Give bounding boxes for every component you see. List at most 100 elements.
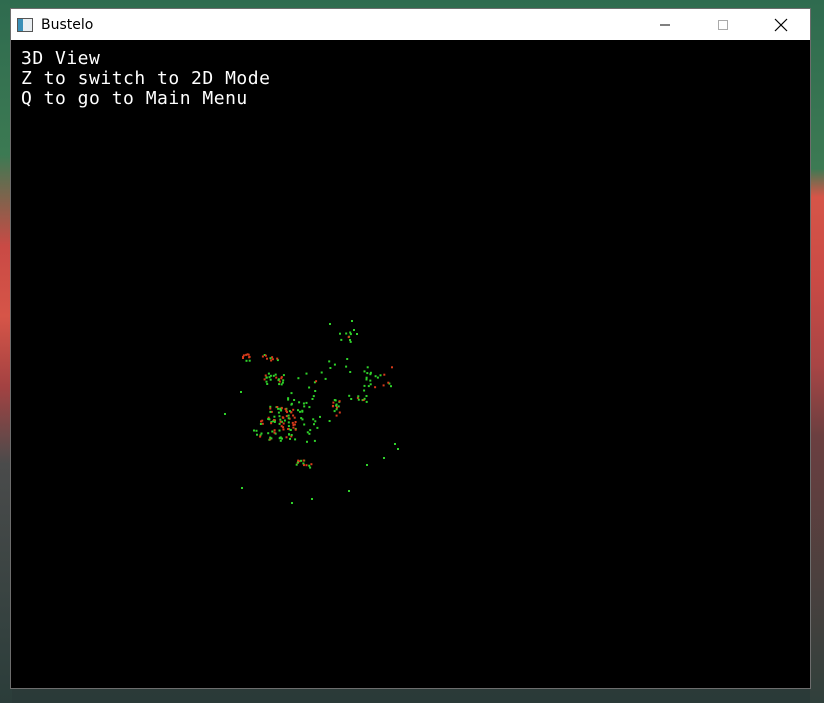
window-title: Bustelo [41,16,94,33]
point [333,363,336,366]
point [276,406,279,408]
point [338,411,341,414]
point [300,459,303,462]
point [302,459,305,462]
point [288,433,291,436]
point [292,426,295,429]
point [281,416,284,419]
point [280,409,283,412]
minimize-button[interactable] [636,9,694,40]
point [301,418,304,421]
point [242,354,245,357]
point [267,432,270,435]
point [301,410,304,413]
point [294,421,297,423]
point [311,498,313,500]
point [290,402,293,405]
point [291,502,293,504]
point [363,397,366,400]
point [273,419,276,421]
point [273,429,276,432]
point [288,410,291,413]
point [338,400,341,403]
point [357,398,360,401]
point [259,423,262,425]
point [308,464,311,467]
point [291,421,294,424]
point [366,372,369,375]
point [264,374,267,377]
point [287,398,290,401]
point [287,414,290,417]
point [253,429,255,432]
point [279,420,282,423]
point [313,439,316,442]
point [278,429,281,432]
point [248,359,251,362]
render-canvas[interactable]: 3D View Z to switch to 2D Mode Q to go t… [11,40,810,688]
point [290,392,293,395]
point [345,332,348,335]
point [248,355,251,358]
point [324,377,327,380]
point [302,402,305,405]
point [303,423,306,426]
point [394,443,396,445]
point [376,376,379,379]
point [349,339,351,341]
point [281,381,284,384]
point [310,463,313,466]
app-window: Bustelo 3D View Z to switch to 2D Mode Q… [10,8,811,689]
point [311,398,314,400]
point [366,464,368,466]
point [293,399,296,401]
point [332,404,335,407]
point [336,406,338,409]
point [333,410,336,413]
point [279,439,282,442]
point [350,398,353,400]
point [379,374,382,377]
title-bar[interactable]: Bustelo [11,9,810,40]
point [349,371,352,373]
point [245,359,248,362]
point [365,395,368,397]
point [282,374,285,377]
point [312,395,315,398]
point [299,410,301,413]
point [272,374,275,377]
point [387,381,390,384]
maximize-icon [718,19,728,30]
point [285,415,288,418]
point [348,394,351,397]
maximize-button[interactable] [694,9,752,40]
point [363,389,366,392]
point [329,367,332,369]
close-button[interactable] [752,9,810,40]
point [353,329,355,331]
point [265,380,268,383]
point [242,357,244,359]
minimize-icon [660,24,670,25]
point [305,372,308,375]
point [290,434,293,436]
point [287,425,290,428]
point [260,420,262,423]
point [276,357,279,360]
point [357,395,360,398]
point [273,431,276,434]
point [356,333,358,335]
point [260,432,263,435]
point [269,410,272,413]
point [278,383,281,386]
point [271,430,274,433]
point [369,371,372,374]
point [348,490,350,492]
point [265,376,268,379]
point [328,420,331,422]
close-icon [774,18,788,31]
point [308,386,311,389]
point [294,438,297,441]
point [282,422,285,425]
point [269,357,272,360]
